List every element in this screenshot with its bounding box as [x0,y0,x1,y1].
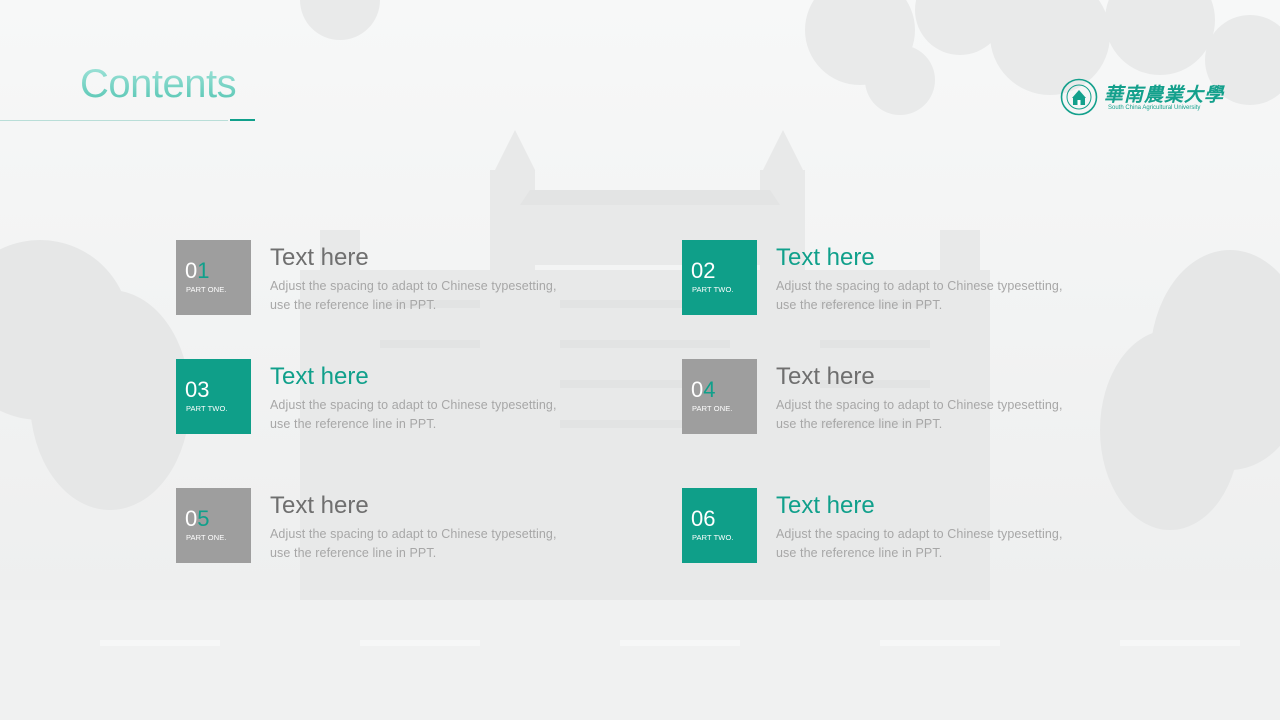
title-accent-bar [230,119,255,121]
item-description: Adjust the spacing to adapt to Chinese t… [776,398,1063,431]
title-underline [0,120,228,121]
item-number-box: 02 PART TWO. [682,240,757,315]
university-logo: 華南農業大學 South China Agricultural Universi… [1060,78,1223,118]
item-heading: Text here [776,363,875,390]
item-number: 03 [185,377,210,402]
item-description: Adjust the spacing to adapt to Chinese t… [270,527,557,560]
contents-item-01[interactable]: 01 PART ONE. Text here Adjust the spacin… [176,240,596,316]
item-part-label: PART ONE. [186,285,227,294]
item-part-label: PART ONE. [186,533,227,542]
item-heading: Text here [270,244,369,271]
item-number: 01 [185,258,210,283]
item-number: 05 [185,506,210,531]
contents-item-05[interactable]: 05 PART ONE. Text here Adjust the spacin… [176,488,596,564]
university-name-en: South China Agricultural University [1108,105,1201,111]
item-part-label: PART TWO. [692,533,734,542]
item-part-label: PART TWO. [186,404,228,413]
item-number-box: 05 PART ONE. [176,488,251,563]
university-seal-icon [1060,78,1098,116]
item-heading: Text here [776,244,875,271]
item-description: Adjust the spacing to adapt to Chinese t… [776,279,1063,312]
item-number: 06 [691,506,716,531]
item-number-box: 04 PART ONE. [682,359,757,434]
item-description: Adjust the spacing to adapt to Chinese t… [270,398,557,431]
item-number-box: 01 PART ONE. [176,240,251,315]
item-number-box: 03 PART TWO. [176,359,251,434]
item-part-label: PART TWO. [692,285,734,294]
item-number: 02 [691,258,716,283]
contents-item-04[interactable]: 04 PART ONE. Text here Adjust the spacin… [682,359,1102,435]
contents-item-02[interactable]: 02 PART TWO. Text here Adjust the spacin… [682,240,1102,316]
item-part-label: PART ONE. [692,404,733,413]
item-number-box: 06 PART TWO. [682,488,757,563]
contents-item-06[interactable]: 06 PART TWO. Text here Adjust the spacin… [682,488,1102,564]
item-heading: Text here [270,363,369,390]
item-description: Adjust the spacing to adapt to Chinese t… [776,527,1063,560]
item-heading: Text here [270,492,369,519]
page-title: Contents [80,62,237,106]
item-heading: Text here [776,492,875,519]
university-name-cn: 華南農業大學 [1104,84,1225,106]
contents-item-03[interactable]: 03 PART TWO. Text here Adjust the spacin… [176,359,596,435]
item-description: Adjust the spacing to adapt to Chinese t… [270,279,557,312]
item-number: 04 [691,377,716,402]
